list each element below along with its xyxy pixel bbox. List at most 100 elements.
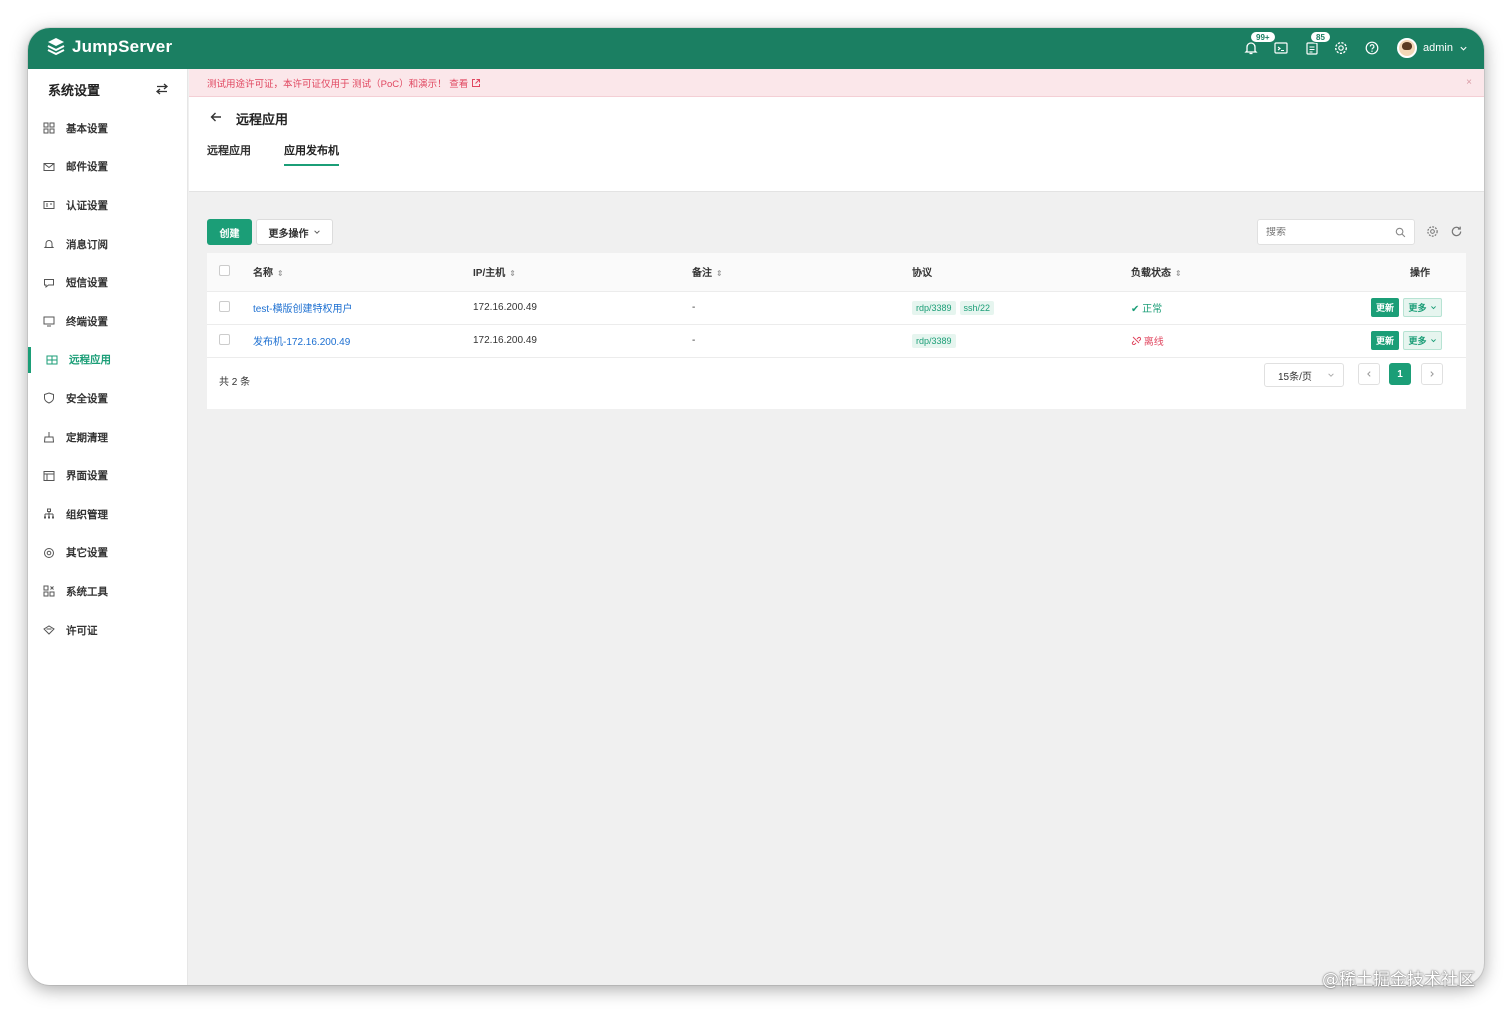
column-name-label: 名称	[253, 268, 273, 280]
status-text: 离线	[1143, 337, 1164, 348]
row-checkbox[interactable]	[219, 300, 230, 312]
select-all-checkbox[interactable]	[219, 264, 230, 276]
refresh-icon[interactable]	[1450, 225, 1463, 238]
column-status[interactable]: 负载状态 ⇕	[1131, 253, 1331, 292]
column-settings-icon[interactable]	[1426, 225, 1439, 238]
next-page-button[interactable]	[1421, 363, 1443, 385]
back-arrow-icon[interactable]	[209, 110, 223, 124]
more-button[interactable]: 更多	[1403, 331, 1442, 350]
sidebar-title: 系统设置	[48, 82, 101, 98]
comment-cell: -	[692, 291, 912, 325]
username: admin	[1423, 42, 1453, 54]
sidebar-item-label: 基本设置	[66, 122, 108, 135]
sidebar-item-messages[interactable]: 消息订阅	[28, 225, 187, 264]
org-icon	[44, 508, 54, 519]
sidebar-item-label: 远程应用	[69, 354, 111, 367]
sidebar-item-basic[interactable]: 基本设置	[28, 109, 187, 148]
tab-app-publishers[interactable]: 应用发布机	[284, 142, 339, 166]
sidebar-item-orgs[interactable]: 组织管理	[28, 495, 187, 534]
cog-icon	[44, 547, 54, 558]
sidebar-item-interface[interactable]: 界面设置	[28, 456, 187, 495]
table-header-row: 名称 ⇕ IP/主机 ⇕ 备注 ⇕ 协议 负载状态 ⇕ 操作	[207, 253, 1466, 292]
sort-icon: ⇕	[509, 269, 516, 279]
column-ip[interactable]: IP/主机 ⇕	[473, 253, 692, 292]
check-icon: ✔	[1131, 304, 1143, 315]
column-comment[interactable]: 备注 ⇕	[692, 253, 912, 292]
protocols-cell: rdp/3389	[912, 324, 1131, 358]
row-checkbox[interactable]	[219, 333, 230, 345]
sidebar-item-cleanup[interactable]: 定期清理	[28, 418, 187, 457]
status-text: 正常	[1142, 304, 1163, 315]
publishers-table: 名称 ⇕ IP/主机 ⇕ 备注 ⇕ 协议 负载状态 ⇕ 操作 test-横版创建特权用户…	[207, 253, 1466, 409]
pagination: 共 2 条 15条/页 1	[207, 363, 1466, 393]
terminal-icon[interactable]	[1273, 40, 1289, 56]
license-icon	[43, 625, 55, 635]
brand-logo[interactable]: JumpServer	[46, 37, 172, 57]
table-row: 发布机-172.16.200.49 172.16.200.49 - rdp/33…	[207, 324, 1466, 358]
ip-cell: 172.16.200.49	[473, 324, 692, 358]
sidebar-item-label: 其它设置	[66, 547, 108, 560]
sidebar-menu: 基本设置 邮件设置 认证设置 消息订阅 短信设置 终端设置 远程应用 安全设置 …	[28, 109, 187, 649]
update-button[interactable]: 更新	[1371, 331, 1399, 350]
broom-icon	[43, 432, 55, 443]
status-cell: ✔ 正常	[1131, 291, 1331, 325]
sidebar-item-label: 界面设置	[66, 470, 108, 483]
external-link-icon[interactable]	[471, 78, 481, 88]
top-bar: JumpServer 99+ 85 admin	[28, 28, 1484, 69]
page-size-select[interactable]: 15条/页	[1264, 363, 1344, 387]
column-name[interactable]: 名称 ⇕	[253, 253, 473, 292]
column-actions-label: 操作	[1410, 268, 1430, 280]
update-button[interactable]: 更新	[1371, 298, 1399, 317]
page-button[interactable]: 1	[1389, 363, 1411, 385]
sidebar-item-remote-apps[interactable]: 远程应用	[28, 341, 187, 380]
column-comment-label: 备注	[692, 268, 712, 280]
sort-icon: ⇕	[716, 269, 723, 279]
sidebar-item-terminal[interactable]: 终端设置	[28, 302, 187, 341]
sidebar-item-label: 许可证	[66, 624, 98, 637]
search-box[interactable]	[1257, 219, 1415, 245]
main-content: 测试用途许可证，本许可证仅用于 测试（PoC）和演示！ 查看 × 远程应用 远程…	[189, 69, 1484, 985]
gear-icon[interactable]	[1333, 40, 1349, 56]
column-protocols: 协议	[912, 253, 1131, 292]
row-actions: 更新 更多	[1331, 298, 1466, 317]
sidebar-item-other[interactable]: 其它设置	[28, 534, 187, 573]
sidebar-item-label: 安全设置	[66, 392, 108, 405]
sidebar-item-security[interactable]: 安全设置	[28, 379, 187, 418]
search-input[interactable]	[1266, 226, 1376, 238]
column-actions: 操作	[1331, 253, 1466, 292]
sidebar-item-sms[interactable]: 短信设置	[28, 263, 187, 302]
user-menu[interactable]: admin	[1397, 38, 1468, 58]
more-button[interactable]: 更多	[1403, 298, 1442, 317]
more-label: 更多	[1408, 336, 1427, 346]
publisher-name-link[interactable]: test-横版创建特权用户	[253, 304, 352, 315]
collapse-toggle-icon[interactable]	[155, 82, 169, 96]
protocol-tag: rdp/3389	[912, 333, 956, 348]
sidebar-item-auth[interactable]: 认证设置	[28, 186, 187, 225]
prev-page-button[interactable]	[1358, 363, 1380, 385]
more-actions-label: 更多操作	[268, 228, 309, 240]
monitor-icon	[43, 316, 55, 327]
app-window: JumpServer 99+ 85 admin 系统设置 基本设置 邮件设置 认…	[28, 28, 1484, 985]
status-cell: 离线	[1131, 324, 1331, 358]
app-icon	[46, 355, 58, 365]
create-button[interactable]: 创建	[207, 219, 252, 245]
publisher-name-link[interactable]: 发布机-172.16.200.49	[253, 337, 350, 348]
row-actions: 更新 更多	[1331, 331, 1466, 350]
protocol-tag: ssh/22	[959, 300, 995, 315]
shield-icon	[44, 392, 54, 404]
sidebar-item-email[interactable]: 邮件设置	[28, 148, 187, 187]
alert-text: 测试用途许可证，本许可证仅用于 测试（PoC）和演示！ 查看	[207, 78, 469, 90]
tab-remote-apps[interactable]: 远程应用	[207, 142, 251, 164]
sidebar-item-tools[interactable]: 系统工具	[28, 572, 187, 611]
more-label: 更多	[1408, 303, 1427, 313]
mail-icon	[43, 162, 55, 171]
table-row: test-横版创建特权用户 172.16.200.49 - rdp/3389 ss…	[207, 291, 1466, 325]
sidebar-item-label: 终端设置	[66, 315, 108, 328]
more-actions-button[interactable]: 更多操作	[256, 219, 333, 245]
avatar	[1397, 38, 1418, 58]
sidebar-item-license[interactable]: 许可证	[28, 611, 187, 650]
help-icon[interactable]	[1364, 40, 1380, 56]
sort-icon: ⇕	[1175, 269, 1182, 279]
comment-cell: -	[692, 324, 912, 358]
alert-close-button[interactable]: ×	[1466, 77, 1472, 88]
